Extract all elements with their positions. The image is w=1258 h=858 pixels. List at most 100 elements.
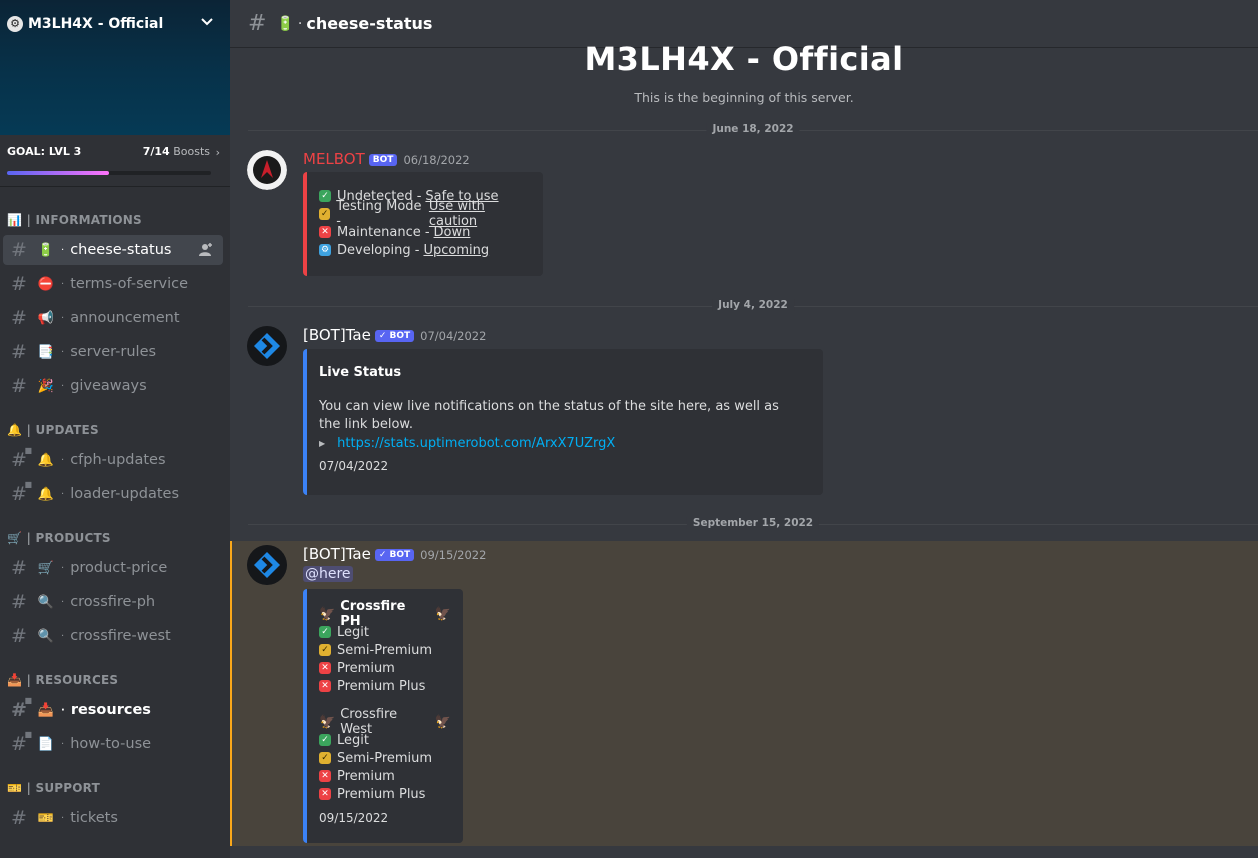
status-line: ✓ Semi-Premium (319, 749, 451, 767)
announcement-hash-icon: # ■ (11, 480, 32, 505)
check-shield-icon: ✓ (319, 626, 331, 638)
channel-cfph-updates[interactable]: # ■ 🔔 · cfph-updates (3, 445, 223, 475)
magnifier-icon: 🔍 (37, 628, 55, 644)
channel-announcement[interactable]: # 📢 · announcement (3, 303, 223, 333)
warning-shield-icon: ✓ (319, 752, 331, 764)
channel-label: crossfire-ph (70, 594, 156, 610)
channel-label: cfph-updates (70, 452, 166, 468)
game-icon: 🦅 (319, 606, 336, 622)
channel-label: resources (70, 702, 151, 718)
channel-crossfire-west[interactable]: # 🔍 · crossfire-west (3, 621, 223, 651)
channel-tickets[interactable]: # 🎫 · tickets (3, 803, 223, 833)
warning-shield-icon: ✓ (319, 208, 331, 220)
game-icon: 🦅 (319, 714, 336, 730)
server-icon: ⚙ (7, 16, 23, 32)
avatar[interactable] (247, 150, 287, 190)
avatar[interactable] (247, 545, 287, 585)
author-name[interactable]: [BOT]Tae (303, 545, 371, 563)
status-embed: ✓ Undetected - Safe to use ✓ Testing Mode -… (303, 172, 543, 276)
add-user-icon[interactable] (199, 242, 213, 256)
party-icon: 🎉 (37, 378, 55, 394)
game-icon: 🦅 (434, 606, 451, 622)
author-name[interactable]: MELBOT (303, 150, 365, 168)
date-divider: September 15, 2022 (248, 517, 1258, 529)
category-support[interactable]: 🎫 | SUPPORT (7, 781, 100, 795)
status-line: ✓ Testing Mode - Use with caution (319, 199, 485, 229)
verified-bot-badge: ✓ BOT (374, 330, 415, 342)
category-informations[interactable]: 📊 | INFORMATIONS (7, 213, 142, 227)
date-divider: June 18, 2022 (248, 123, 1258, 135)
channel-label: terms-of-service (70, 276, 189, 292)
boost-goal[interactable]: GOAL: LVL 3 7/14 Boosts › (0, 135, 230, 187)
live-status-embed: Live Status You can view live notificati… (303, 349, 823, 495)
timestamp: 07/04/2022 (420, 329, 487, 343)
section-title: 🦅 Crossfire PH 🦅 (319, 599, 451, 629)
channel-terms-of-service[interactable]: # ⛔ · terms-of-service (3, 269, 223, 299)
welcome-title: M3LH4X - Official (584, 40, 904, 78)
author-name[interactable]: [BOT]Tae (303, 326, 371, 344)
boost-progress-fill (7, 171, 109, 175)
cross-icon: ✕ (319, 226, 331, 238)
channel-how-to-use[interactable]: # ■ 📄 · how-to-use (3, 729, 223, 759)
hash-icon: # (11, 273, 27, 295)
channel-label: tickets (70, 810, 118, 826)
message-header: [BOT]Tae ✓ BOT 09/15/2022 (303, 545, 486, 563)
status-line: ✓ Semi-Premium (319, 641, 451, 659)
game-icon: 🦅 (434, 714, 451, 730)
hash-icon: # (248, 11, 267, 36)
announcement-hash-icon: # ■ (11, 696, 32, 721)
message-header: MELBOT BOT 06/18/2022 (303, 150, 470, 168)
hash-icon: # (11, 307, 27, 329)
channel-label: product-price (70, 560, 168, 576)
verified-bot-badge: ✓ BOT (374, 549, 415, 561)
status-line: ✕ Premium (319, 767, 451, 785)
channel-cheese-status[interactable]: # 🔋 · cheese-status (3, 235, 223, 265)
caret-right-icon: ▶ (319, 439, 326, 448)
category-updates[interactable]: 🔔 | UPDATES (7, 423, 99, 437)
hash-icon: # (11, 239, 27, 261)
chevron-down-icon[interactable] (200, 14, 214, 28)
avatar[interactable] (247, 326, 287, 366)
channel-loader-updates[interactable]: # ■ 🔔 · loader-updates (3, 479, 223, 509)
magnifier-icon: 🔍 (37, 594, 55, 610)
section-title: 🦅 Crossfire West 🦅 (319, 707, 451, 737)
cross-icon: ✕ (319, 680, 331, 692)
document-icon: 📑 (37, 344, 55, 360)
hash-icon: # (11, 375, 27, 397)
chat-area: # 🔋 · cheese-status M3LH4X - Official Th… (230, 0, 1258, 858)
bell-icon: 🔔 (37, 452, 55, 468)
channel-product-price[interactable]: # 🛒 · product-price (3, 553, 223, 583)
announcement-hash-icon: # ■ (11, 446, 32, 471)
hash-icon: # (11, 625, 27, 647)
category-products[interactable]: 🛒 | PRODUCTS (7, 531, 111, 545)
megaphone-icon: 📢 (37, 310, 55, 326)
boost-count: 7/14 Boosts (142, 145, 210, 158)
channel-sidebar: ⚙ M3LH4X - Official GOAL: LVL 3 7/14 Boo… (0, 0, 230, 858)
embed-description: You can view live notifications on the s… (319, 399, 779, 432)
here-mention[interactable]: @here (303, 566, 353, 582)
announcement-hash-icon: # ■ (11, 730, 32, 755)
warning-shield-icon: ✓ (319, 644, 331, 656)
timestamp: 09/15/2022 (420, 548, 487, 562)
embed-footer: 09/15/2022 (319, 811, 389, 825)
channel-giveaways[interactable]: # 🎉 · giveaways (3, 371, 223, 401)
channel-label: how-to-use (70, 736, 152, 752)
date-divider: July 4, 2022 (248, 299, 1258, 311)
channel-resources[interactable]: # ■ 📥 · resources (3, 695, 223, 725)
cart-icon: 🛒 (37, 560, 55, 576)
channel-server-rules[interactable]: # 📑 · server-rules (3, 337, 223, 367)
boost-goal-label: GOAL: LVL 3 (7, 145, 82, 158)
server-header[interactable]: ⚙ M3LH4X - Official (0, 0, 230, 48)
channel-title: cheese-status (306, 14, 433, 33)
chevron-right-icon: › (215, 146, 220, 159)
cross-icon: ✕ (319, 788, 331, 800)
welcome-subtitle: This is the beginning of this server. (634, 90, 854, 105)
channel-crossfire-ph[interactable]: # 🔍 · crossfire-ph (3, 587, 223, 617)
boost-progress-bar (7, 171, 211, 175)
uptime-link[interactable]: https://stats.uptimerobot.com/ArxX7UZrgX (337, 436, 615, 451)
category-resources[interactable]: 📥 | RESOURCES (7, 673, 118, 687)
embed-footer: 07/04/2022 (319, 459, 389, 473)
cross-icon: ✕ (319, 770, 331, 782)
bot-badge: BOT (368, 154, 398, 166)
channel-label: giveaways (70, 378, 147, 394)
